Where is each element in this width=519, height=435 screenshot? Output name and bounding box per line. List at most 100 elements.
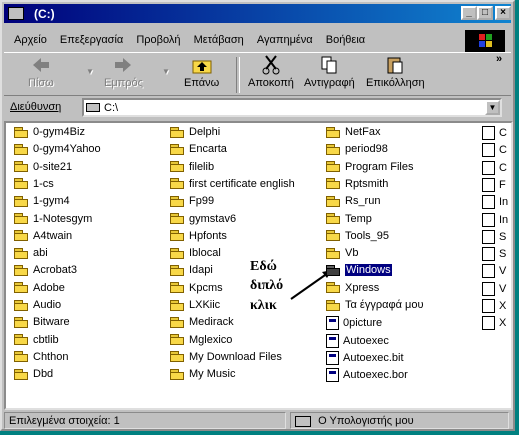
list-item[interactable]: Autoexec (326, 333, 389, 350)
list-item[interactable]: 0picture (326, 316, 382, 332)
list-item[interactable]: Encarta (170, 143, 227, 159)
list-item[interactable]: Iblocal (170, 247, 221, 263)
list-item[interactable]: Autoexec.bor (326, 368, 408, 384)
list-item[interactable]: Audio (14, 299, 61, 315)
list-item[interactable]: Adobe (14, 282, 65, 298)
file-icon (482, 126, 495, 140)
list-item[interactable]: In (482, 212, 508, 229)
list-item[interactable]: abi (14, 247, 48, 263)
menu-view[interactable]: Προβολή (136, 34, 180, 46)
cut-label: Αποκοπή (248, 77, 294, 89)
list-item[interactable]: 1-Notesgym (14, 213, 92, 229)
close-button[interactable]: × (495, 6, 511, 20)
list-item[interactable]: My Music (170, 368, 235, 384)
list-item[interactable]: Medirack (170, 316, 234, 332)
item-label: Tools_95 (345, 229, 390, 242)
item-label: In (499, 196, 509, 209)
item-label: Encarta (189, 143, 227, 156)
list-item[interactable]: Program Files (326, 161, 413, 177)
folder-icon (14, 247, 29, 259)
list-item[interactable]: My Download Files (170, 351, 282, 367)
folder-icon (326, 161, 341, 173)
list-item[interactable]: Vb (326, 247, 358, 263)
list-item[interactable]: Delphi (170, 126, 220, 142)
up-button[interactable]: Επάνω (184, 55, 219, 89)
list-item[interactable]: NetFax (326, 126, 380, 142)
folder-icon (326, 126, 341, 138)
item-label: cbtlib (33, 333, 59, 346)
menu-favorites[interactable]: Αγαπημένα (257, 34, 313, 46)
folder-icon (14, 282, 29, 294)
item-label: Autoexec (343, 334, 389, 347)
list-item[interactable]: V (482, 264, 506, 280)
list-item[interactable]: F (482, 177, 506, 194)
address-input[interactable]: C:\ ▼ (82, 98, 502, 117)
folder-icon (170, 143, 185, 155)
list-item[interactable]: C (482, 126, 507, 142)
list-item[interactable]: Fp99 (170, 195, 214, 211)
menu-edit[interactable]: Επεξεργασία (60, 34, 123, 46)
item-label: 1-Notesgym (33, 212, 93, 225)
list-item[interactable]: Autoexec.bit (326, 350, 404, 367)
list-item[interactable]: gymstav6 (170, 213, 236, 229)
forward-label: Εμπρός (104, 77, 143, 89)
list-item[interactable]: Mglexico (170, 334, 232, 350)
file-icon (482, 195, 495, 210)
list-item[interactable]: first certificate english (170, 178, 295, 194)
status-location-label: Ο Υπολογιστής μου (318, 415, 414, 427)
list-item[interactable]: Tools_95 (326, 230, 389, 246)
list-item[interactable]: C (482, 160, 507, 177)
item-label: 0picture (343, 317, 383, 330)
list-item[interactable]: LXKiic (170, 299, 220, 315)
list-item[interactable]: A4twain (14, 230, 72, 246)
list-item[interactable]: Bitware (14, 316, 70, 332)
list-item[interactable]: Windows (326, 264, 392, 280)
cut-button[interactable]: Αποκοπή (248, 55, 294, 89)
list-item[interactable]: 0-gym4Yahoo (14, 143, 101, 159)
copy-button[interactable]: Αντιγραφή (304, 55, 355, 89)
toolbar-more-chevron[interactable]: » (496, 53, 502, 65)
list-item[interactable]: C (482, 143, 507, 159)
list-item[interactable]: X (482, 316, 506, 332)
list-item[interactable]: filelib (170, 161, 214, 177)
menu-help[interactable]: Βοήθεια (326, 34, 365, 46)
list-item[interactable]: Rptsmith (326, 178, 388, 194)
list-item[interactable]: Kpcms (170, 282, 223, 298)
annotation-line-3: κλικ (250, 298, 277, 313)
menu-file[interactable]: Αρχείο (14, 34, 47, 46)
folder-icon (14, 299, 29, 311)
list-item[interactable]: Temp (326, 213, 372, 229)
list-item[interactable]: period98 (326, 143, 388, 159)
list-item[interactable]: 0-gym4Biz (14, 126, 85, 142)
list-item[interactable]: X (482, 299, 506, 315)
back-dropdown-icon[interactable]: ▼ (86, 67, 94, 76)
status-location: Ο Υπολογιστής μου (290, 412, 509, 429)
list-item[interactable]: 1-gym4 (14, 195, 70, 211)
menu-go[interactable]: Μετάβαση (194, 34, 244, 46)
list-item[interactable]: Chthon (14, 351, 68, 367)
list-item[interactable]: 1-cs (14, 178, 54, 194)
folder-icon (326, 282, 341, 294)
list-item[interactable]: Idapi (170, 264, 213, 280)
title-bar[interactable]: (C:) _ □ × (4, 4, 511, 23)
list-item[interactable]: Acrobat3 (14, 264, 77, 280)
list-item[interactable]: 0-site21 (14, 161, 72, 177)
list-item[interactable]: Hpfonts (170, 230, 227, 246)
list-item[interactable]: Dbd (14, 368, 53, 384)
list-item[interactable]: cbtlib (14, 334, 59, 350)
forward-dropdown-icon[interactable]: ▼ (162, 67, 170, 76)
list-item[interactable]: In (482, 195, 508, 211)
window-title: (C:) (34, 7, 55, 21)
list-item[interactable]: V (482, 281, 506, 298)
list-item[interactable]: Xpress (326, 282, 379, 298)
list-item[interactable]: Τα έγγραφά μου (326, 299, 423, 315)
list-item[interactable]: S (482, 229, 506, 246)
back-button[interactable]: Πίσω (28, 55, 54, 89)
forward-button[interactable]: Εμπρός (104, 55, 143, 89)
paste-button[interactable]: Επικόλληση (366, 55, 425, 89)
minimize-button[interactable]: _ (461, 6, 477, 20)
address-dropdown-button[interactable]: ▼ (485, 100, 500, 115)
list-item[interactable]: S (482, 247, 506, 263)
list-item[interactable]: Rs_run (326, 195, 380, 211)
maximize-button[interactable]: □ (477, 6, 493, 20)
